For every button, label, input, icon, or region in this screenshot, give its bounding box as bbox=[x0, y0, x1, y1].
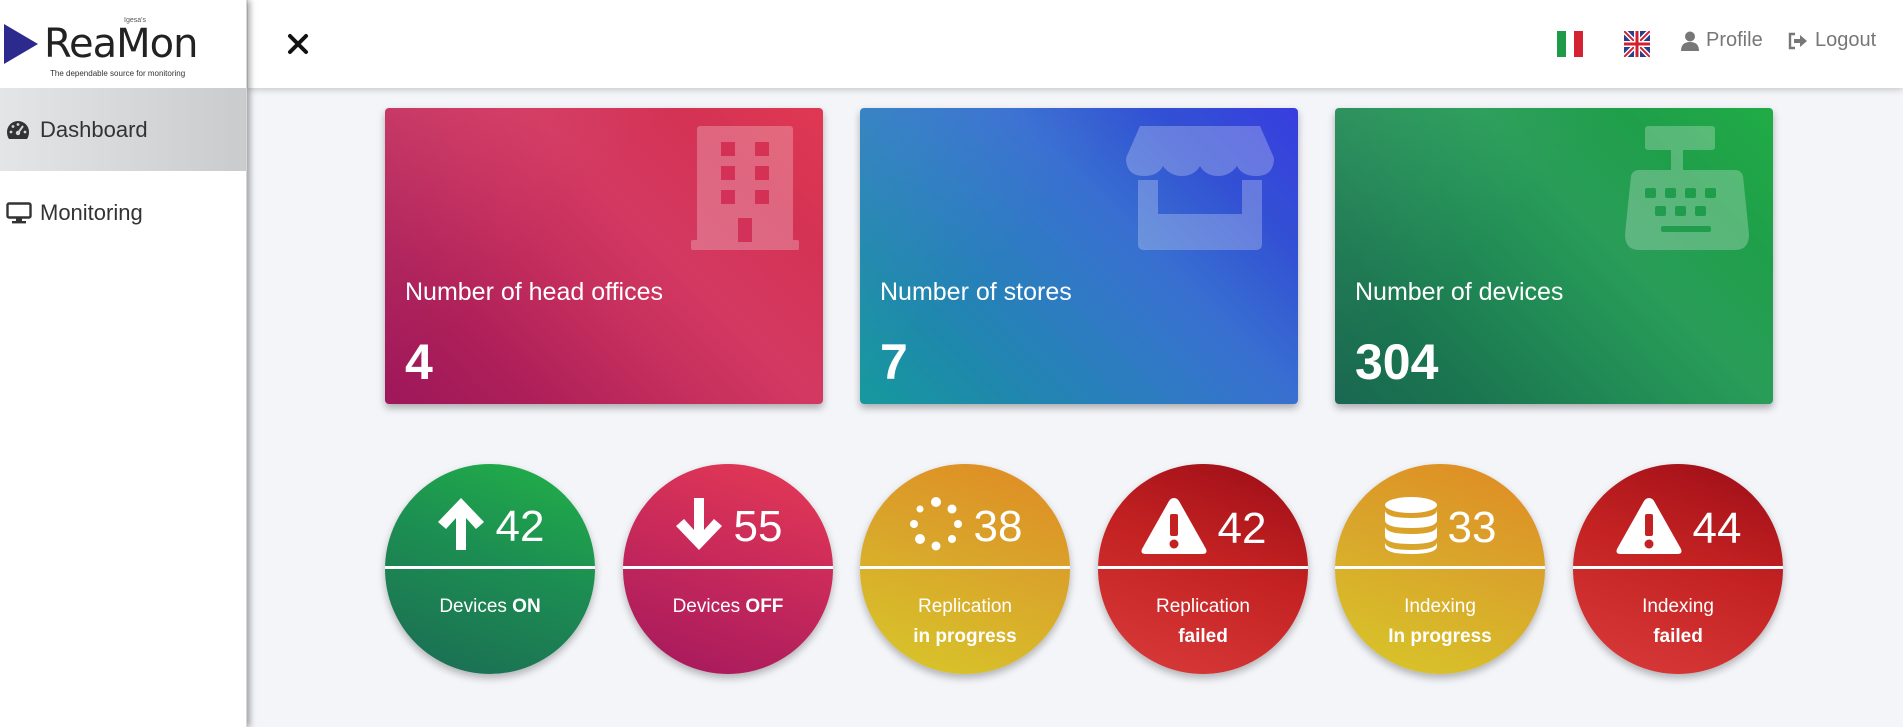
circle-label: Devices ON bbox=[439, 596, 541, 617]
spinner-icon bbox=[908, 496, 964, 557]
circle-label: Indexing In progress bbox=[1388, 596, 1492, 647]
stores-card[interactable]: Number of stores 7 bbox=[860, 108, 1298, 404]
tachometer-icon bbox=[6, 119, 32, 141]
circle-value: 38 bbox=[973, 501, 1023, 551]
logo-name: ReaMon bbox=[44, 21, 198, 67]
arrow-up-icon bbox=[436, 496, 486, 557]
database-icon bbox=[1384, 496, 1438, 559]
warning-icon bbox=[1140, 496, 1208, 561]
divider bbox=[1098, 566, 1308, 569]
circle-label: Indexing failed bbox=[1642, 596, 1714, 647]
replication-in-progress-indicator[interactable]: 38 Replication in progress bbox=[860, 464, 1070, 674]
devices-off-indicator[interactable]: 55 Devices OFF bbox=[623, 464, 833, 674]
italian-flag-icon[interactable] bbox=[1557, 31, 1584, 57]
sidebar-item-dashboard[interactable]: Dashboard bbox=[0, 88, 246, 171]
store-icon bbox=[1126, 126, 1274, 255]
indexing-failed-indicator[interactable]: 44 Indexing failed bbox=[1573, 464, 1783, 674]
sidebar-item-label: Monitoring bbox=[40, 199, 143, 225]
arrow-down-icon bbox=[674, 496, 724, 557]
sidebar-item-label: Dashboard bbox=[40, 116, 148, 142]
logout-label: Logout bbox=[1815, 29, 1877, 51]
top-bar: Profile Logout bbox=[248, 0, 1903, 88]
circle-value: 55 bbox=[733, 501, 783, 551]
divider bbox=[1573, 566, 1783, 569]
divider bbox=[1335, 566, 1545, 569]
sign-out-icon bbox=[1788, 32, 1808, 50]
divider bbox=[385, 566, 595, 569]
replication-failed-indicator[interactable]: 42 Replication failed bbox=[1098, 464, 1308, 674]
card-value: 7 bbox=[880, 334, 908, 390]
profile-link[interactable]: Profile bbox=[1681, 29, 1763, 52]
devices-on-indicator[interactable]: 42 Devices ON bbox=[385, 464, 595, 674]
divider bbox=[623, 566, 833, 569]
card-label: Number of head offices bbox=[405, 278, 664, 306]
divider bbox=[860, 566, 1070, 569]
logout-link[interactable]: Logout bbox=[1788, 29, 1876, 52]
logo-tagline: The dependable source for monitoring bbox=[50, 69, 186, 78]
logo-superscript: Igesa's bbox=[124, 17, 146, 24]
circle-value: 42 bbox=[495, 501, 545, 551]
circle-label: Replication in progress bbox=[913, 596, 1017, 647]
uk-flag-icon[interactable] bbox=[1622, 29, 1652, 59]
circle-label: Devices OFF bbox=[672, 596, 784, 617]
close-icon[interactable] bbox=[284, 30, 312, 58]
circle-value: 42 bbox=[1217, 503, 1267, 553]
card-label: Number of devices bbox=[1355, 278, 1564, 306]
circle-value: 44 bbox=[1692, 503, 1742, 553]
profile-label: Profile bbox=[1706, 29, 1763, 51]
app-logo[interactable]: Igesa's ReaMon The dependable source for… bbox=[0, 0, 246, 88]
building-icon bbox=[691, 126, 799, 255]
sidebar: Igesa's ReaMon The dependable source for… bbox=[0, 0, 247, 727]
circle-label: Replication failed bbox=[1156, 596, 1250, 647]
head-offices-card[interactable]: Number of head offices 4 bbox=[385, 108, 823, 404]
sidebar-item-monitoring[interactable]: Monitoring bbox=[0, 171, 246, 254]
cash-register-icon bbox=[1625, 126, 1749, 255]
play-logo-icon bbox=[4, 24, 38, 64]
warning-icon bbox=[1615, 496, 1683, 561]
card-value: 304 bbox=[1355, 334, 1439, 390]
circle-value: 33 bbox=[1447, 502, 1497, 552]
card-label: Number of stores bbox=[880, 278, 1072, 306]
user-icon bbox=[1681, 31, 1699, 51]
card-value: 4 bbox=[405, 334, 433, 390]
devices-card[interactable]: Number of devices 304 bbox=[1335, 108, 1773, 404]
monitor-icon bbox=[6, 201, 32, 224]
indexing-in-progress-indicator[interactable]: 33 Indexing In progress bbox=[1335, 464, 1545, 674]
